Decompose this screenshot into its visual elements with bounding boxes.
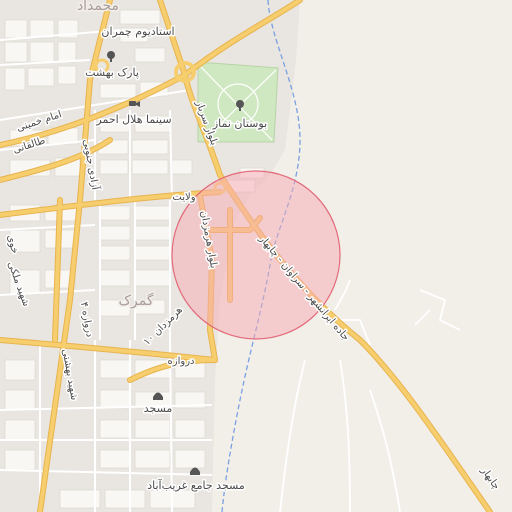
mosque-label: مسجد — [144, 402, 173, 415]
map-canvas[interactable]: محمداد استادیوم چمران پارک بهشت امام خمی… — [0, 0, 512, 512]
park-namaz-label: بوستان نماز — [212, 117, 267, 130]
stadium-label: استادیوم چمران — [101, 25, 174, 38]
cinema-label: سینما هلال احمر — [95, 113, 171, 126]
mosque-gharib-label: مسجد جامع غریب‌آباد — [147, 478, 245, 492]
park-behesht-label: پارک بهشت — [85, 66, 139, 79]
map-view[interactable]: محمداد استادیوم چمران پارک بهشت امام خمی… — [0, 0, 512, 512]
highlight-radius[interactable] — [171, 170, 341, 340]
district-label-north: محمداد — [77, 0, 119, 14]
dorazeh-label: دروازه — [168, 356, 195, 367]
velayat-label: ولایت — [172, 192, 195, 203]
customs-district-label: گمرک — [118, 292, 153, 309]
